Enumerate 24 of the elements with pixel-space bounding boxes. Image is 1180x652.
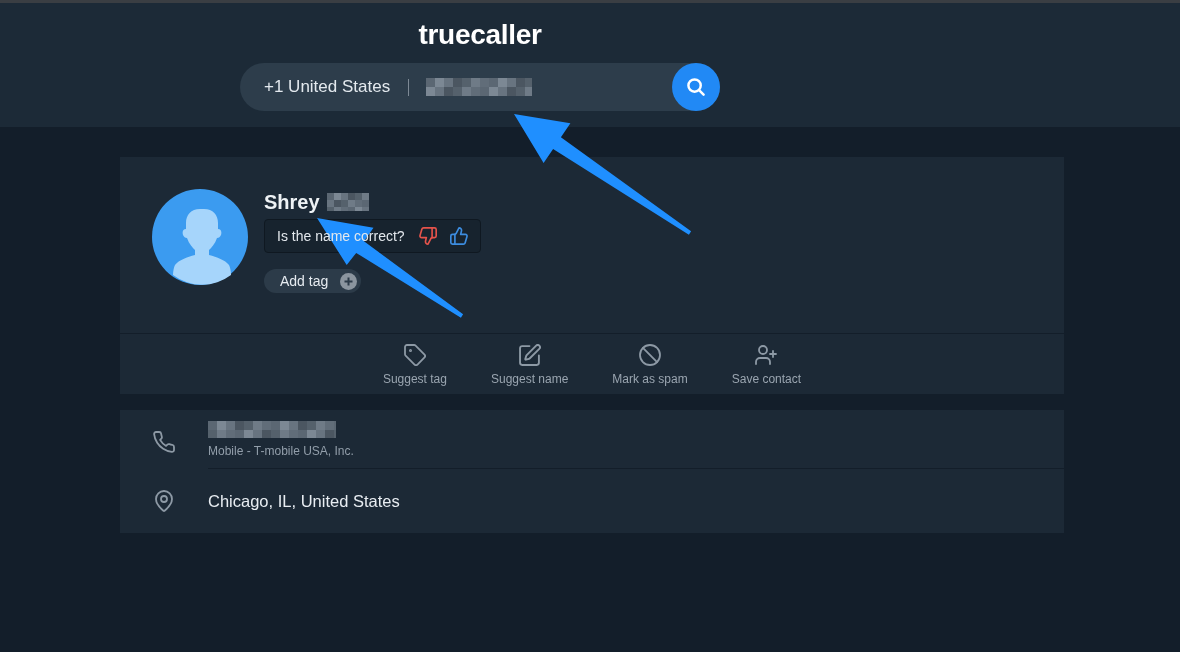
user-plus-icon — [755, 344, 778, 366]
action-button[interactable]: Mark as spam — [590, 334, 710, 394]
location-pin-icon — [155, 490, 173, 512]
thumbs-down-button[interactable] — [418, 227, 437, 245]
logo: truecaller — [418, 18, 542, 52]
search-button[interactable] — [672, 63, 720, 111]
contact-name: Shrey — [264, 190, 320, 214]
thumbs-up-button[interactable] — [449, 227, 468, 245]
prohibited-icon — [639, 344, 662, 366]
action-button[interactable]: Suggest name — [468, 334, 591, 394]
action-button[interactable]: Suggest tag — [360, 334, 469, 394]
phone-icon — [153, 430, 175, 453]
edit-icon — [518, 344, 541, 366]
location-text: Chicago, IL, United States — [208, 491, 401, 511]
thumbs-down-icon — [418, 227, 437, 245]
tag-icon — [403, 344, 426, 366]
plus-circle-icon — [340, 272, 358, 290]
search-icon — [687, 78, 705, 96]
avatar-icon — [152, 189, 248, 285]
thumbs-up-icon — [449, 227, 468, 245]
add-tag-button[interactable]: Add tag — [264, 269, 362, 293]
action-button[interactable]: Save contact — [709, 334, 824, 394]
carrier-label: Mobile - T-mobile USA, Inc. — [208, 444, 355, 458]
country-selector[interactable]: +1 United States — [264, 76, 391, 98]
